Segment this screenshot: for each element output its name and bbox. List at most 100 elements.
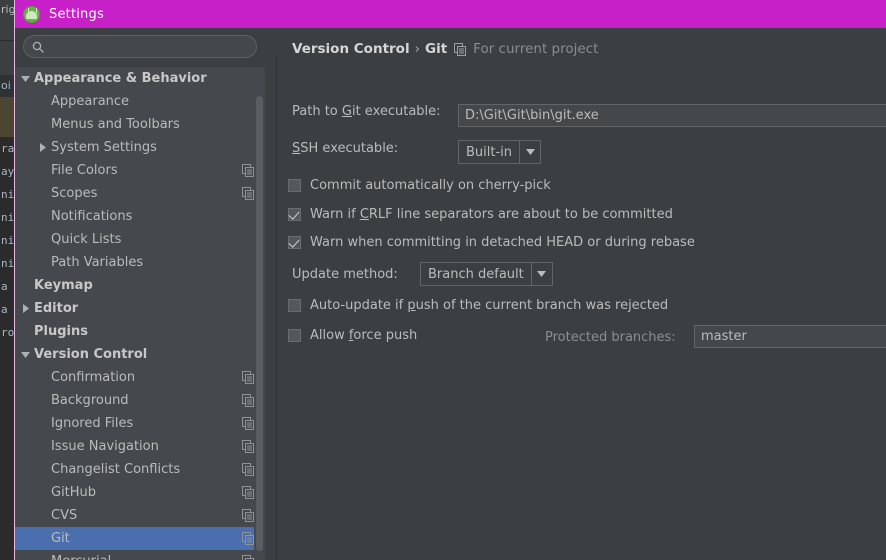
protected-branches-row: Protected branches: bbox=[545, 330, 676, 345]
sidebar-item-label: Notifications bbox=[51, 209, 133, 224]
background-menubar bbox=[0, 19, 14, 41]
background-code-line: ro bbox=[1, 326, 14, 339]
chevron-down-icon bbox=[519, 141, 540, 163]
background-titlebar: rig bbox=[0, 0, 14, 19]
chevron-right-icon bbox=[19, 297, 32, 320]
sidebar-item-label: Editor bbox=[34, 301, 79, 316]
settings-tree[interactable]: Appearance & Behavior Appearance Menus and… bbox=[15, 67, 265, 560]
ssh-executable-select[interactable]: Built-in bbox=[458, 140, 542, 164]
protected-branches-label: Protected branches: bbox=[545, 330, 676, 345]
commit-cherry-pick-row[interactable]: Commit automatically on cherry-pick bbox=[288, 178, 551, 193]
sidebar-item-quick-lists[interactable]: Quick Lists bbox=[15, 228, 265, 251]
background-code-line: ni bbox=[1, 234, 14, 247]
sidebar-item-scopes[interactable]: Scopes bbox=[15, 182, 265, 205]
warn-crlf-label: Warn if CRLF line separators are about t… bbox=[310, 207, 673, 222]
sidebar-item-label: Appearance bbox=[51, 94, 130, 109]
android-studio-icon bbox=[23, 5, 40, 23]
git-path-input[interactable] bbox=[458, 104, 886, 127]
background-editor-highlight bbox=[0, 97, 14, 137]
background-code-area: ra ay ni ni ni ni a a ro bbox=[0, 137, 14, 560]
settings-dialog: Settings Appearance & Behavior Appearance… bbox=[14, 0, 886, 560]
sidebar-item-changelist-conflicts[interactable]: Changelist Conflicts bbox=[15, 458, 265, 481]
background-code-line: ni bbox=[1, 211, 14, 224]
search-box[interactable] bbox=[23, 35, 257, 58]
sidebar-item-label: Appearance & Behavior bbox=[34, 71, 207, 86]
sidebar-item-label: GitHub bbox=[51, 485, 97, 500]
sidebar-item-label: Background bbox=[51, 393, 129, 408]
sidebar-item-plugins[interactable]: Plugins bbox=[15, 320, 265, 343]
warn-crlf-checkbox[interactable] bbox=[288, 208, 301, 221]
sidebar-item-editor[interactable]: Editor bbox=[15, 297, 265, 320]
sidebar-item-label: Quick Lists bbox=[51, 232, 122, 247]
sidebar-item-notifications[interactable]: Notifications bbox=[15, 205, 265, 228]
warn-detached-row[interactable]: Warn when committing in detached HEAD or… bbox=[288, 235, 695, 250]
sidebar-item-ignored-files[interactable]: Ignored Files bbox=[15, 412, 265, 435]
background-code-line: ni bbox=[1, 188, 14, 201]
sidebar-item-label: Mercurial bbox=[51, 554, 111, 560]
sidebar-item-mercurial[interactable]: Mercurial bbox=[15, 550, 265, 560]
sidebar-item-path-variables[interactable]: Path Variables bbox=[15, 251, 265, 274]
background-ide-window: rig oi ra ay ni ni ni ni a a ro bbox=[0, 0, 14, 560]
ssh-executable-value: Built-in bbox=[466, 144, 513, 160]
sidebar-item-label: Git bbox=[51, 531, 70, 546]
sidebar-item-file-colors[interactable]: File Colors bbox=[15, 159, 265, 182]
auto-update-row[interactable]: Auto-update if push of the current branc… bbox=[288, 298, 668, 313]
breadcrumb-current: Git bbox=[424, 41, 448, 57]
background-toolbar bbox=[0, 41, 14, 71]
sidebar-item-label: Changelist Conflicts bbox=[51, 462, 181, 477]
update-method-label: Update method: bbox=[292, 267, 398, 282]
sidebar-item-label: Version Control bbox=[34, 347, 148, 362]
sidebar-item-confirmation[interactable]: Confirmation bbox=[15, 366, 265, 389]
ssh-row: SSH executable: bbox=[292, 141, 398, 156]
chevron-down-icon bbox=[19, 67, 32, 90]
auto-update-checkbox[interactable] bbox=[288, 299, 301, 312]
background-code-line: a bbox=[1, 303, 8, 316]
settings-sidebar: Appearance & Behavior Appearance Menus and… bbox=[15, 28, 265, 560]
tree-scrollbar-thumb[interactable] bbox=[256, 96, 263, 551]
sidebar-item-keymap[interactable]: Keymap bbox=[15, 274, 265, 297]
sidebar-item-label: Keymap bbox=[34, 278, 93, 293]
sidebar-item-label: File Colors bbox=[51, 163, 118, 178]
background-code-line: a bbox=[1, 280, 8, 293]
sidebar-item-label: Ignored Files bbox=[51, 416, 134, 431]
allow-force-push-label: Allow force push bbox=[310, 328, 418, 343]
dialog-title: Settings bbox=[49, 6, 104, 22]
sidebar-item-appearance-behavior[interactable]: Appearance & Behavior bbox=[15, 67, 265, 90]
sidebar-item-appearance[interactable]: Appearance bbox=[15, 90, 265, 113]
protected-branches-input[interactable] bbox=[694, 325, 886, 348]
allow-force-push-row[interactable]: Allow force push bbox=[288, 328, 417, 343]
commit-cherry-pick-checkbox[interactable] bbox=[288, 179, 301, 192]
sidebar-item-cvs[interactable]: CVS bbox=[15, 504, 265, 527]
settings-content: Version Control › Git For current projec… bbox=[277, 28, 886, 560]
update-method-select[interactable]: Branch default bbox=[420, 262, 553, 286]
sidebar-item-system-settings[interactable]: System Settings bbox=[15, 136, 265, 159]
warn-crlf-row[interactable]: Warn if CRLF line separators are about t… bbox=[288, 207, 673, 222]
breadcrumb: Version Control › Git For current projec… bbox=[292, 41, 598, 57]
sidebar-item-menus-and-toolbars[interactable]: Menus and Toolbars bbox=[15, 113, 265, 136]
commit-cherry-pick-label: Commit automatically on cherry-pick bbox=[310, 178, 551, 193]
breadcrumb-parent[interactable]: Version Control bbox=[292, 41, 410, 57]
sidebar-item-label: Path Variables bbox=[51, 255, 144, 270]
allow-force-push-checkbox[interactable] bbox=[288, 329, 301, 342]
chevron-down-icon bbox=[19, 343, 32, 366]
sidebar-item-background[interactable]: Background bbox=[15, 389, 265, 412]
tree-scrollbar[interactable] bbox=[254, 67, 265, 560]
breadcrumb-scope-note: For current project bbox=[473, 41, 599, 57]
sidebar-item-version-control[interactable]: Version Control bbox=[15, 343, 265, 366]
sidebar-item-git[interactable]: Git bbox=[15, 527, 265, 550]
search-input[interactable] bbox=[50, 39, 250, 54]
git-path-label: Path to Git executable: bbox=[292, 104, 441, 119]
warn-detached-checkbox[interactable] bbox=[288, 236, 301, 249]
sidebar-item-issue-navigation[interactable]: Issue Navigation bbox=[15, 435, 265, 458]
sidebar-item-github[interactable]: GitHub bbox=[15, 481, 265, 504]
sidebar-item-label: Confirmation bbox=[51, 370, 136, 385]
